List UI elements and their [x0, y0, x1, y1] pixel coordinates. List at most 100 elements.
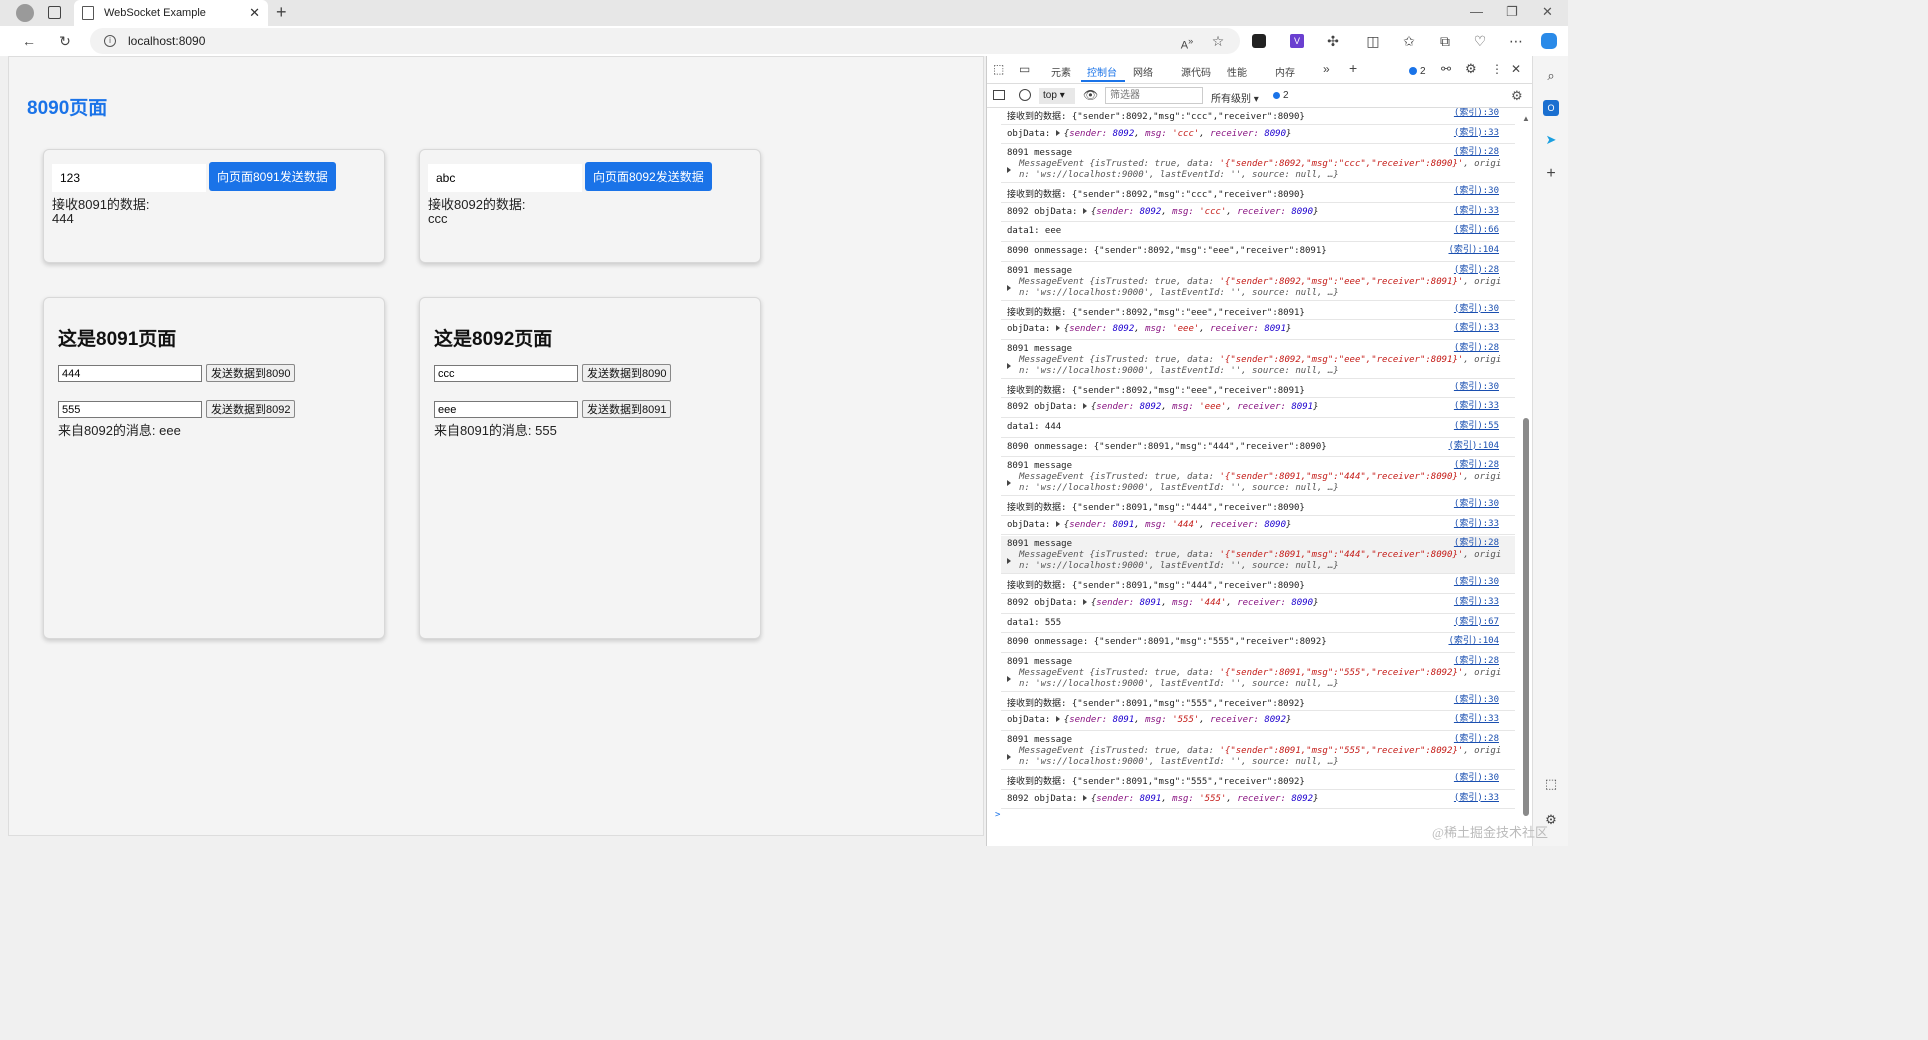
search-icon[interactable]: ⌕ [1543, 68, 1559, 84]
performance-icon[interactable]: ♡ [1471, 32, 1489, 50]
screenshot-icon[interactable]: ⬚ [1543, 776, 1559, 792]
favorites-icon[interactable]: ✩ [1400, 32, 1418, 50]
send-to-8090-button[interactable]: 发送数据到8090 [582, 364, 672, 382]
source-link[interactable]: (索引):67 [1454, 614, 1499, 627]
source-link[interactable]: (索引):30 [1454, 692, 1499, 705]
source-link[interactable]: (索引):30 [1454, 183, 1499, 196]
source-link[interactable]: (索引):33 [1454, 594, 1499, 607]
close-tab-icon[interactable]: ✕ [249, 5, 260, 21]
source-link[interactable]: (索引):28 [1454, 457, 1499, 470]
send-8091-input[interactable] [52, 164, 206, 192]
console-object[interactable]: 8092 objData: {sender: 8091, msg: '555',… [1007, 794, 1513, 804]
console-settings-icon[interactable]: ⚙ [1511, 88, 1523, 104]
close-window-icon[interactable]: ✕ [1542, 4, 1553, 20]
source-link[interactable]: (索引):28 [1454, 262, 1499, 275]
close-devtools-icon[interactable]: ✕ [1511, 62, 1521, 76]
source-link[interactable]: (索引):33 [1454, 203, 1499, 216]
source-link[interactable]: (索引):30 [1454, 770, 1499, 783]
expand-triangle-icon[interactable] [1082, 207, 1087, 214]
source-link[interactable]: (索引):30 [1454, 574, 1499, 587]
source-link[interactable]: (索引):104 [1448, 438, 1499, 451]
message-event-preview[interactable]: MessageEvent {isTrusted: true, data: '{"… [1007, 159, 1513, 169]
console-object[interactable]: 8092 objData: {sender: 8091, msg: '444',… [1007, 598, 1513, 608]
source-link[interactable]: (索引):55 [1454, 418, 1499, 431]
scroll-up-icon[interactable]: ▲ [1522, 114, 1530, 123]
expand-triangle-icon[interactable] [1055, 325, 1060, 332]
back-icon[interactable]: ← [20, 32, 38, 50]
send-to-8091-button[interactable]: 向页面8091发送数据 [209, 162, 336, 191]
send-to-8092-button[interactable]: 向页面8092发送数据 [585, 162, 712, 191]
restore-icon[interactable]: ❐ [1506, 4, 1518, 20]
settings-icon[interactable]: ⚙ [1465, 61, 1477, 77]
source-link[interactable]: (索引):30 [1454, 496, 1499, 509]
message-event-preview[interactable]: MessageEvent {isTrusted: true, data: '{"… [1007, 277, 1513, 287]
send-to-8090-button[interactable]: 发送数据到8090 [206, 364, 296, 382]
more-icon[interactable]: ⋯ [1507, 32, 1525, 50]
source-link[interactable]: (索引):33 [1454, 320, 1499, 333]
address-bar[interactable]: i localhost:8090 [90, 28, 1240, 54]
iframe-8091-input1[interactable] [58, 365, 202, 382]
device-toolbar-icon[interactable]: ▭ [1019, 62, 1030, 76]
source-link[interactable]: (索引):33 [1454, 790, 1499, 803]
messages-badge[interactable]: 2 [1273, 90, 1289, 101]
source-link[interactable]: (索引):33 [1454, 711, 1499, 724]
source-link[interactable]: (索引):28 [1454, 340, 1499, 353]
tab-sources[interactable]: 源代码 [1181, 64, 1211, 79]
send-8092-input[interactable] [428, 164, 582, 192]
expand-triangle-icon[interactable] [1082, 599, 1087, 605]
puzzle-icon[interactable]: ✣ [1324, 32, 1342, 50]
more-tabs-icon[interactable]: » [1323, 62, 1330, 76]
iframe-8092-input2[interactable] [434, 401, 578, 418]
source-link[interactable]: (索引):30 [1454, 379, 1499, 392]
source-link[interactable]: (索引):104 [1448, 633, 1499, 646]
expand-triangle-icon[interactable] [1082, 794, 1087, 801]
expand-triangle-icon[interactable] [1055, 129, 1060, 136]
context-selector[interactable]: top ▾ [1039, 88, 1075, 104]
iframe-8092-input1[interactable] [434, 365, 578, 382]
message-event-preview[interactable]: MessageEvent {isTrusted: true, data: '{"… [1007, 668, 1513, 678]
split-screen-icon[interactable]: ◫ [1364, 32, 1382, 50]
message-event-preview[interactable]: MessageEvent {isTrusted: true, data: '{"… [1007, 472, 1513, 482]
extension-icon[interactable] [1252, 34, 1266, 48]
expand-triangle-icon[interactable] [1055, 716, 1060, 723]
source-link[interactable]: (索引):66 [1454, 222, 1499, 235]
message-event-preview[interactable]: MessageEvent {isTrusted: true, data: '{"… [1007, 550, 1513, 560]
console-filter-input[interactable] [1105, 87, 1203, 104]
console-object[interactable]: objData: {sender: 8092, msg: 'eee', rece… [1007, 324, 1513, 334]
site-info-icon[interactable]: i [104, 35, 116, 47]
console-object[interactable]: objData: {sender: 8091, msg: '555', rece… [1007, 715, 1513, 725]
new-tab-icon[interactable]: + [276, 2, 287, 23]
source-link[interactable]: (索引):28 [1454, 144, 1499, 157]
tab-console[interactable]: 控制台 [1087, 64, 1117, 79]
console-prompt[interactable]: > [995, 810, 1501, 820]
console-object[interactable]: 8092 objData: {sender: 8092, msg: 'eee',… [1007, 402, 1513, 412]
source-link[interactable]: (索引):33 [1454, 516, 1499, 529]
copilot-icon[interactable] [1541, 33, 1557, 49]
read-aloud-icon[interactable]: A» [1178, 32, 1196, 52]
source-link[interactable]: (索引):33 [1454, 125, 1499, 138]
iframe-8091-input2[interactable] [58, 401, 202, 418]
source-link[interactable]: (索引):30 [1454, 108, 1499, 118]
sidebar-toggle-icon[interactable] [993, 90, 1005, 100]
console-object[interactable]: objData: {sender: 8092, msg: 'ccc', rece… [1007, 129, 1513, 139]
console-object[interactable]: 8092 objData: {sender: 8092, msg: 'ccc',… [1007, 207, 1513, 217]
source-link[interactable]: (索引):28 [1454, 731, 1499, 744]
tab-network[interactable]: 网络 [1133, 64, 1153, 79]
clear-console-icon[interactable] [1019, 89, 1031, 101]
inspect-icon[interactable]: ⬚ [993, 62, 1004, 76]
vue-devtools-icon[interactable]: V [1290, 34, 1304, 48]
expand-triangle-icon[interactable] [1055, 520, 1060, 527]
outlook-icon[interactable]: O [1543, 100, 1559, 116]
profile-avatar[interactable] [16, 4, 34, 22]
devtools-more-icon[interactable]: ⋮ [1491, 62, 1503, 76]
collections-icon[interactable]: ⧉ [1436, 32, 1454, 50]
expand-triangle-icon[interactable] [1082, 403, 1087, 410]
minimize-icon[interactable]: — [1470, 4, 1483, 19]
tab-memory[interactable]: 内存 [1275, 64, 1295, 79]
add-tab-icon[interactable]: + [1349, 60, 1357, 76]
add-sidebar-app-icon[interactable]: + [1543, 166, 1559, 182]
live-expression-icon[interactable]: 👁 [1083, 88, 1098, 102]
source-link[interactable]: (索引):28 [1454, 653, 1499, 666]
tab-actions-icon[interactable] [48, 6, 61, 19]
source-link[interactable]: (索引):104 [1448, 242, 1499, 255]
